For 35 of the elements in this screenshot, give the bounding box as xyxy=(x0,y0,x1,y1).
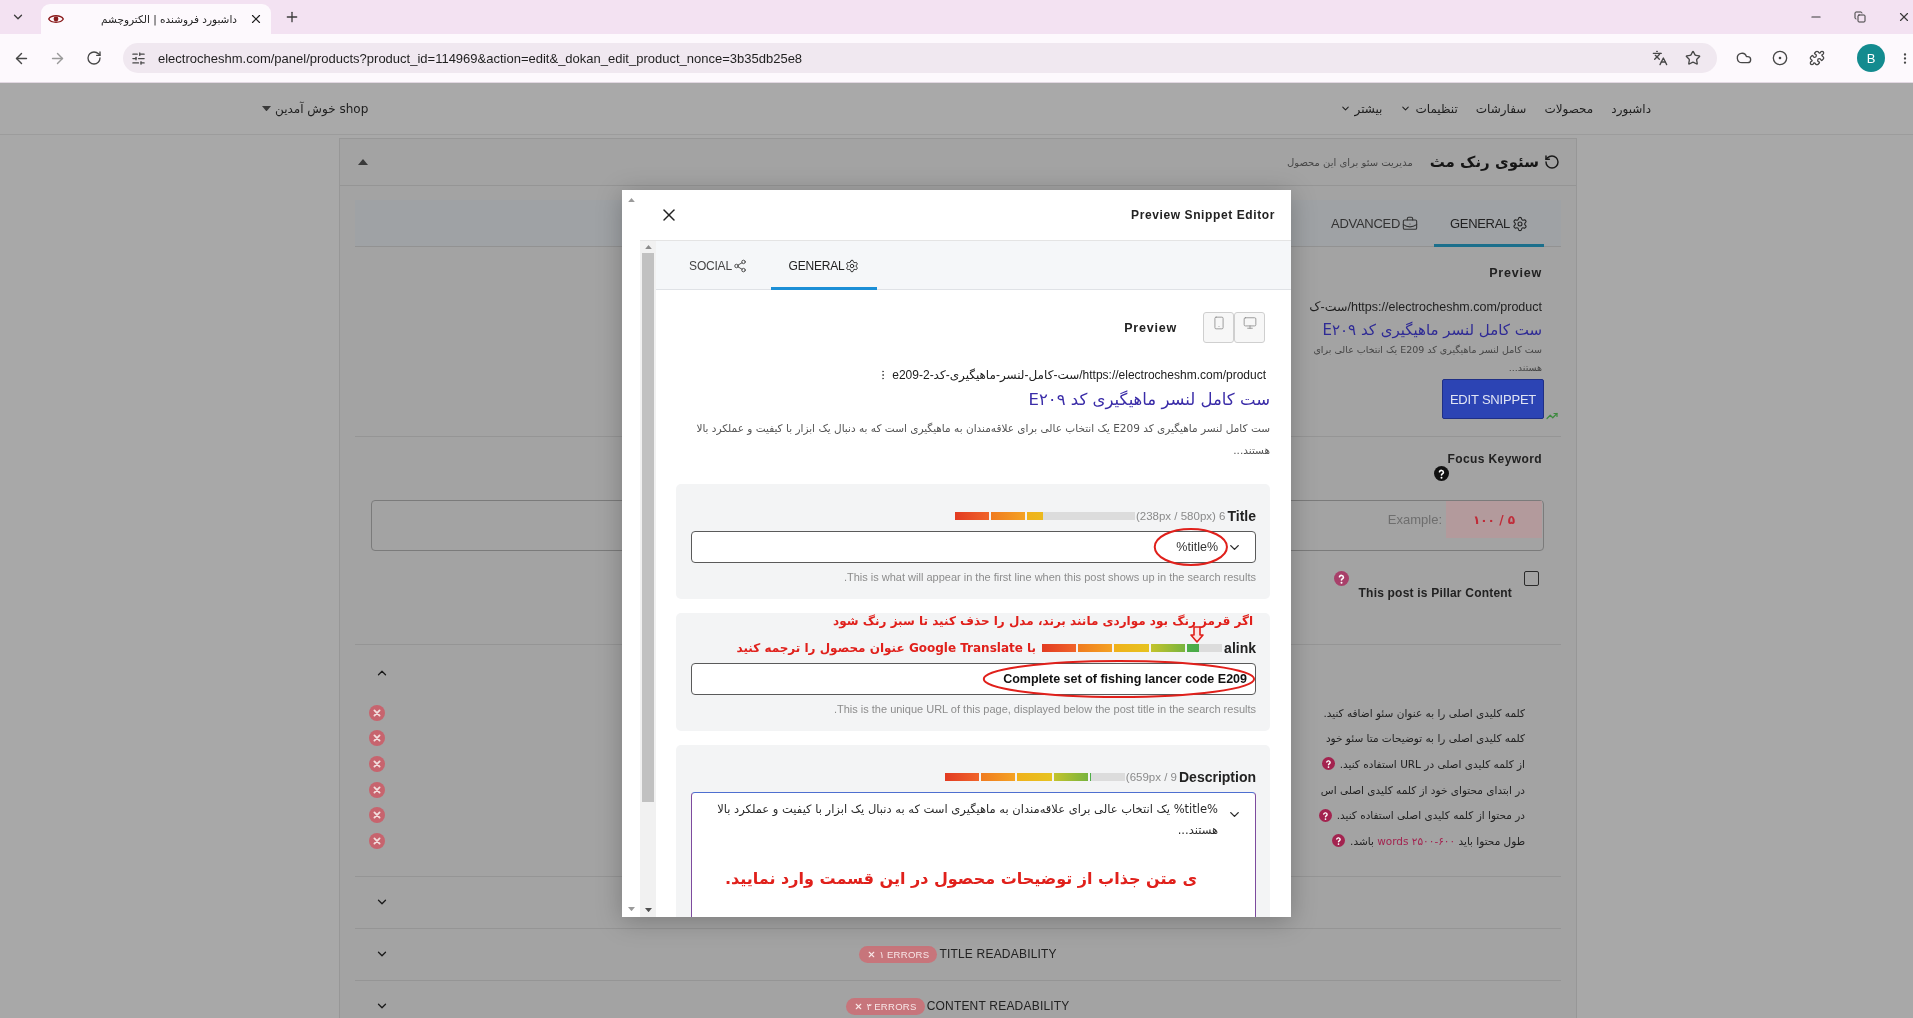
error-badge: ۱ ERRORS xyxy=(859,945,938,963)
annotation-text: اگر قرمز رنگ بود مواردی مانند برند، مدل را حذف کنید تا سبز رنگ شود xyxy=(833,613,1253,629)
checklist-text: در ابتدای محتوای خود از کلمه کلیدی اصلی اس xyxy=(1320,783,1525,796)
field-label: Title xyxy=(1227,508,1256,524)
section-title: CONTENT READABILITY xyxy=(926,999,1070,1014)
snippet-description: هستند... xyxy=(1508,361,1542,375)
preview-label: Preview xyxy=(1489,266,1542,280)
keyword-counter: ۵ / ۱۰۰ xyxy=(1446,501,1542,538)
snippet-title: ست کامل لنسر ماهیگیری کد E۲۰۹ xyxy=(1028,389,1270,411)
annotation-text: ی متن جذاب از توضیحات محصول در این قسمت وارد نمایید. xyxy=(724,869,1198,888)
preview-label: Preview xyxy=(1124,320,1177,335)
length-counter: (659px / 9 xyxy=(1125,771,1177,783)
field-hint: .This is what will appear in the first line when this post shows up in the search results xyxy=(843,571,1256,584)
field-hint: .This is the unique URL of this page, displayed below the post title in the search results xyxy=(833,703,1256,716)
checklist-text: از کلمه کلیدی اصلی در URL استفاده کنید. xyxy=(1339,758,1525,770)
checklist-text: طول محتوا باید ۶۰۰-۲۵۰۰ words باشد. xyxy=(1350,834,1525,847)
snippet-description: ست کامل لنسر ماهیگیری کد E209 یک انتخاب عالی برای xyxy=(1313,343,1542,357)
field-label: alink xyxy=(1224,640,1256,656)
snippet-url: https://electrocheshm.com/product/ست-ک xyxy=(1309,299,1542,315)
error-badge: ۳ ERRORS xyxy=(846,997,925,1015)
field-label: Description xyxy=(1179,769,1256,785)
focus-keyword-label: Focus Keyword xyxy=(1447,452,1542,466)
section-title: TITLE READABILITY xyxy=(939,947,1057,962)
length-counter: (238px / 580px) 6 xyxy=(1135,510,1226,522)
checklist-text: کلمه کلیدی اصلی را به عنوان سئو اضافه کنید. xyxy=(1323,706,1525,719)
annotation-text: با Google Translate عنوان محصول را ترجمه کنید xyxy=(736,641,1037,655)
snippet-title: ست کامل لنسر ماهیگیری کد E۲۰۹ xyxy=(1322,320,1542,341)
snippet-description: ست کامل لنسر ماهیگیری کد E209 یک انتخاب عالی برای علاقه‌مندان به ماهیگیری است که به دنبال یک ابزار با کیفیت و عملکرد بالا هستند... xyxy=(695,421,1270,458)
panel-subtitle: مدیریت سئو برای این محصول xyxy=(1286,156,1413,168)
checklist-text: در محتوا از کلمه کلیدی اصلی استفاده کنید. xyxy=(1336,809,1525,822)
panel-title: سئوی رنک مث xyxy=(1429,153,1539,171)
pillar-content-label: This post is Pillar Content xyxy=(1358,586,1512,600)
modal-title: Preview Snippet Editor xyxy=(1131,208,1275,222)
snippet-url: https://electrocheshm.com/product/ست-کامل-لنسر-ماهیگیری-کد-e209-2 xyxy=(892,367,1266,383)
checklist-text: کلمه کلیدی اصلی را به توضیحات متا سئو خود xyxy=(1325,732,1525,745)
